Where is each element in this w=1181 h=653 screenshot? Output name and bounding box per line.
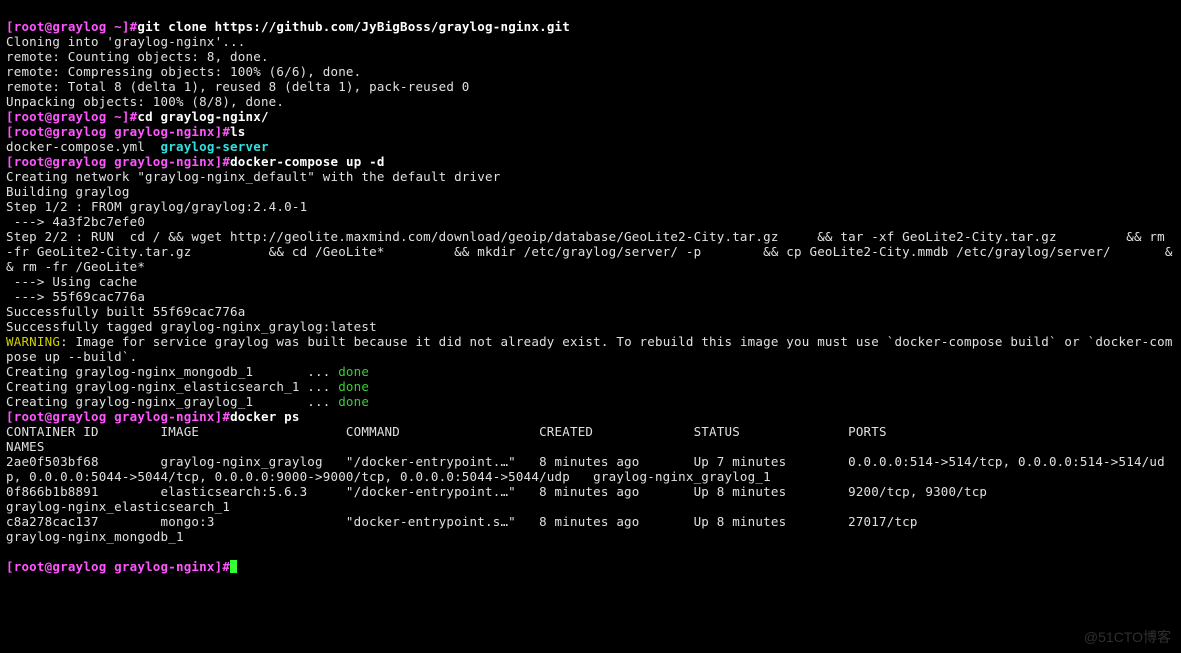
table-header: CONTAINER ID IMAGE COMMAND CREATED STATU… [6,424,1181,454]
output-line: Building graylog [6,184,130,199]
output-line: Step 1/2 : FROM graylog/graylog:2.4.0-1 [6,199,307,214]
command-input[interactable]: git clone https://github.com/JyBigBoss/g… [137,19,570,34]
status-done: done [338,364,369,379]
output-line: Creating graylog-nginx_elasticsearch_1 .… [6,379,338,394]
command-input[interactable]: cd graylog-nginx/ [137,109,268,124]
prompt: [root@graylog graylog-nginx]# [6,124,230,139]
output-line: Successfully tagged graylog-nginx_graylo… [6,319,377,334]
output-line: remote: Total 8 (delta 1), reused 8 (del… [6,79,470,94]
prompt: [root@graylog graylog-nginx]# [6,559,230,574]
status-done: done [338,379,369,394]
output-line: ---> Using cache [6,274,137,289]
prompt: [root@graylog graylog-nginx]# [6,409,230,424]
watermark: @51CTO博客 [1084,627,1171,647]
terminal[interactable]: [root@graylog ~]#git clone https://githu… [0,0,1181,578]
status-done: done [338,394,369,409]
warning-tag: WARNING [6,334,60,349]
output-line: Unpacking objects: 100% (8/8), done. [6,94,284,109]
bracket: ]# [122,19,137,34]
output-line: Step 2/2 : RUN cd / && wget http://geoli… [6,229,1173,274]
output-line: Creating graylog-nginx_graylog_1 ... [6,394,338,409]
table-row: 0f866b1b8891 elasticsearch:5.6.3 "/docke… [6,484,1181,514]
table-row: c8a278cac137 mongo:3 "docker-entrypoint.… [6,514,1181,544]
table-row: 2ae0f503bf68 graylog-nginx_graylog "/doc… [6,454,1165,484]
warning-msg: : Image for service graylog was built be… [6,334,1173,364]
command-input[interactable]: docker ps [230,409,300,424]
output-line: remote: Counting objects: 8, done. [6,49,269,64]
prompt: [root@graylog ~]# [6,19,137,34]
output-line: remote: Compressing objects: 100% (6/6),… [6,64,361,79]
output-line: Creating graylog-nginx_mongodb_1 ... [6,364,338,379]
output-line: Cloning into 'graylog-nginx'... [6,34,246,49]
ls-file: docker-compose.yml [6,139,145,154]
bracket: [ [6,19,14,34]
output-line: Successfully built 55f69cac776a [6,304,246,319]
prompt: [root@graylog graylog-nginx]# [6,154,230,169]
command-input[interactable]: docker-compose up -d [230,154,385,169]
user-host: root@graylog [14,19,107,34]
prompt: [root@graylog ~]# [6,109,137,124]
ls-dir: graylog-server [161,139,269,154]
command-input[interactable]: ls [230,124,245,139]
output-line: Creating network "graylog-nginx_default"… [6,169,500,184]
output-line: ---> 55f69cac776a [6,289,145,304]
cursor-icon [230,560,237,573]
output-line: ---> 4a3f2bc7efe0 [6,214,145,229]
path: ~ [106,19,121,34]
